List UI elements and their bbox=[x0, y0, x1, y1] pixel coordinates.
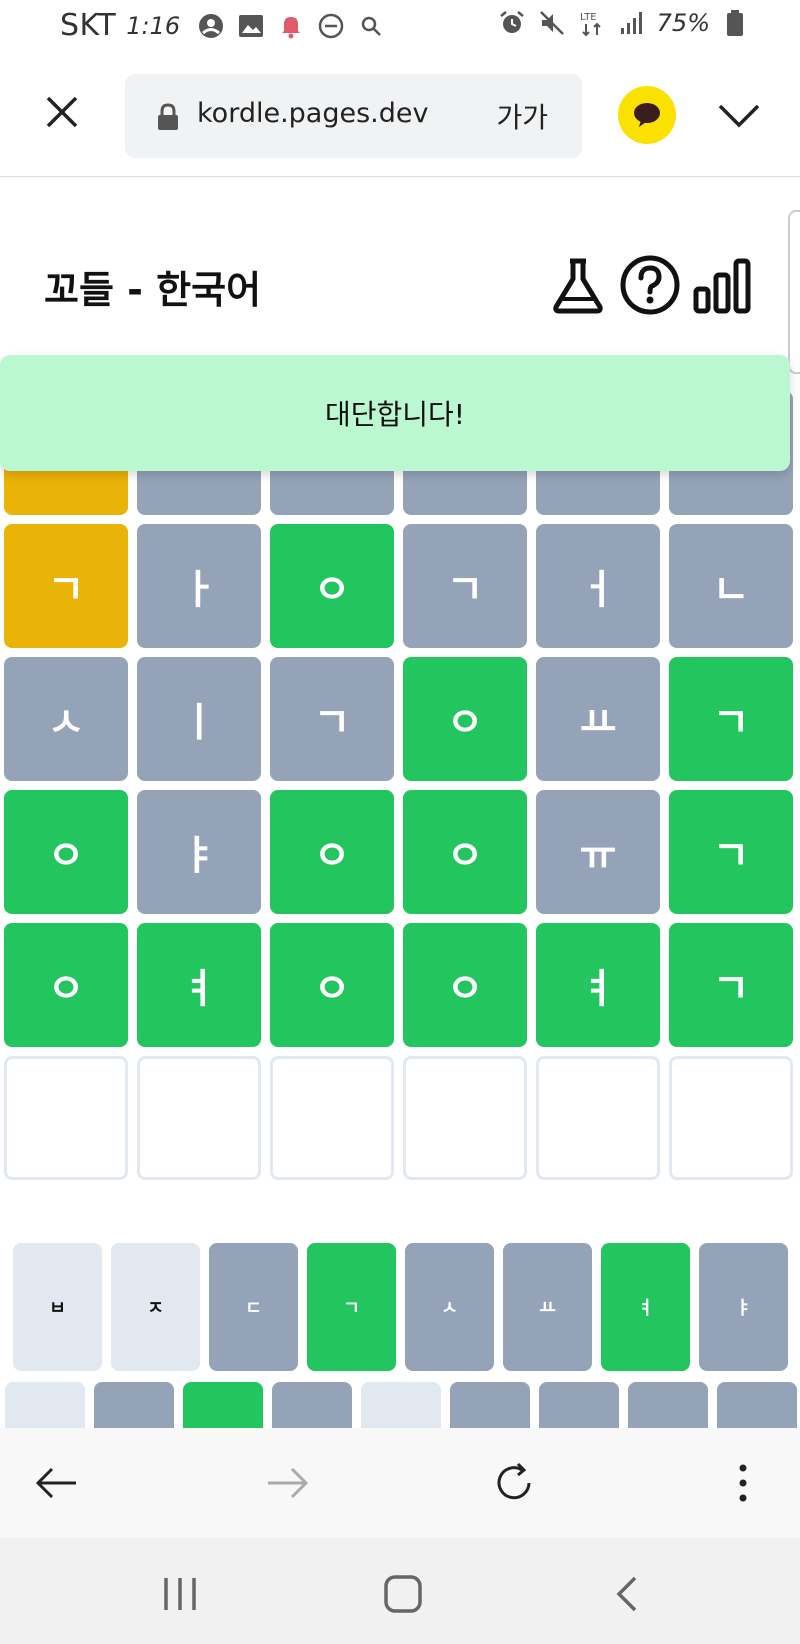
board-tile: ㅇ bbox=[4, 790, 128, 914]
svg-text:LTE: LTE bbox=[580, 12, 597, 23]
page-title: 꼬들 - 한국어 bbox=[44, 268, 262, 312]
board-tile: ㄱ bbox=[669, 657, 793, 781]
board-tile: ㅠ bbox=[536, 790, 660, 914]
mute-icon bbox=[539, 11, 564, 35]
board-tile bbox=[270, 1056, 394, 1180]
keyboard-key[interactable]: ㅈ bbox=[111, 1243, 200, 1371]
lock-icon bbox=[158, 103, 178, 130]
keyboard-key[interactable] bbox=[539, 1382, 619, 1428]
board-tile bbox=[536, 1056, 660, 1180]
keyboard-key[interactable] bbox=[5, 1382, 85, 1428]
more-options-icon[interactable] bbox=[718, 1458, 768, 1508]
board-tile: ㅇ bbox=[4, 923, 128, 1047]
board-tile: ㅅ bbox=[4, 657, 128, 781]
board-tile: ㄱ bbox=[669, 790, 793, 914]
board-tile: ㄱ bbox=[4, 524, 128, 648]
board-tile: ㅕ bbox=[536, 923, 660, 1047]
board-tile: ㅣ bbox=[137, 657, 261, 781]
battery-icon bbox=[727, 10, 743, 36]
keyboard-key[interactable]: ㄷ bbox=[209, 1243, 298, 1371]
system-navigation-bar bbox=[0, 1538, 800, 1644]
status-bar: SKT 1:16 LTE 75% bbox=[0, 0, 800, 54]
board-tile: ㄴ bbox=[669, 524, 793, 648]
recent-apps-icon[interactable] bbox=[158, 1572, 202, 1616]
keyboard-key[interactable]: ㅑ bbox=[699, 1243, 788, 1371]
url-bar[interactable]: kordle.pages.dev 가가 bbox=[125, 74, 582, 158]
system-back-icon[interactable] bbox=[607, 1572, 651, 1616]
chat-bubble-icon bbox=[634, 103, 660, 127]
board-tile: ㅛ bbox=[536, 657, 660, 781]
keyboard-key[interactable]: ㄱ bbox=[307, 1243, 396, 1371]
board-tile: ㅏ bbox=[137, 524, 261, 648]
clock: 1:16 bbox=[126, 11, 181, 40]
keyboard-key[interactable] bbox=[717, 1382, 797, 1428]
refresh-icon[interactable] bbox=[489, 1458, 539, 1508]
game-header: 꼬들 - 한국어 bbox=[0, 177, 790, 352]
board-tile: ㅇ bbox=[403, 790, 527, 914]
board-tile: ㅇ bbox=[270, 524, 394, 648]
board-tile: ㄱ bbox=[403, 524, 527, 648]
search-icon bbox=[361, 16, 382, 36]
board-tile: ㅇ bbox=[270, 790, 394, 914]
lte-icon: LTE bbox=[580, 12, 601, 37]
board-tile: ㅕ bbox=[137, 923, 261, 1047]
scroll-indicator[interactable] bbox=[788, 210, 800, 374]
signal-icon bbox=[620, 12, 642, 34]
success-toast: 대단합니다! bbox=[0, 355, 790, 471]
keyboard-key[interactable] bbox=[450, 1382, 530, 1428]
battery-percent: 75% bbox=[656, 9, 710, 37]
alarm-icon bbox=[499, 11, 524, 33]
browser-toolbar: kordle.pages.dev 가가 bbox=[0, 54, 800, 177]
text-size-button[interactable]: 가가 bbox=[496, 96, 548, 136]
board-tile: ㅓ bbox=[536, 524, 660, 648]
image-icon bbox=[239, 14, 264, 37]
keyboard-key[interactable] bbox=[272, 1382, 352, 1428]
toast-message: 대단합니다! bbox=[324, 398, 466, 431]
home-icon[interactable] bbox=[381, 1572, 425, 1616]
do-not-disturb-icon bbox=[318, 13, 344, 38]
keyboard-key[interactable]: ㅂ bbox=[13, 1243, 102, 1371]
forward-arrow-icon[interactable] bbox=[262, 1458, 312, 1508]
notification-bell-icon bbox=[282, 16, 301, 38]
keyboard-key[interactable] bbox=[183, 1382, 263, 1428]
keyboard-key[interactable] bbox=[361, 1382, 441, 1428]
keyboard-key[interactable]: ㅕ bbox=[601, 1243, 690, 1371]
browser-bottom-nav bbox=[0, 1428, 800, 1538]
board-tile: ㅇ bbox=[270, 923, 394, 1047]
account-circle-icon bbox=[199, 13, 224, 38]
back-arrow-icon[interactable] bbox=[32, 1458, 82, 1508]
board-tile: ㅇ bbox=[403, 923, 527, 1047]
close-icon[interactable] bbox=[40, 90, 84, 134]
keyboard-key[interactable]: ㅛ bbox=[503, 1243, 592, 1371]
flask-icon[interactable] bbox=[546, 253, 610, 317]
chevron-down-icon[interactable] bbox=[716, 92, 762, 138]
keyboard-key[interactable]: ㅅ bbox=[405, 1243, 494, 1371]
board-tile: ㄱ bbox=[270, 657, 394, 781]
carrier-label: SKT bbox=[60, 8, 117, 43]
board-tile: ㅑ bbox=[137, 790, 261, 914]
stats-bar-chart-icon[interactable] bbox=[690, 253, 754, 317]
board-tile bbox=[669, 1056, 793, 1180]
keyboard-key[interactable] bbox=[94, 1382, 174, 1428]
board-tile bbox=[403, 1056, 527, 1180]
kakao-talk-button[interactable] bbox=[618, 86, 676, 144]
keyboard-key[interactable] bbox=[628, 1382, 708, 1428]
url-text: kordle.pages.dev bbox=[197, 98, 429, 129]
board-tile: ㅇ bbox=[403, 657, 527, 781]
help-icon[interactable] bbox=[618, 253, 682, 317]
board-tile bbox=[137, 1056, 261, 1180]
board-tile bbox=[4, 1056, 128, 1180]
board-tile: ㄱ bbox=[669, 923, 793, 1047]
